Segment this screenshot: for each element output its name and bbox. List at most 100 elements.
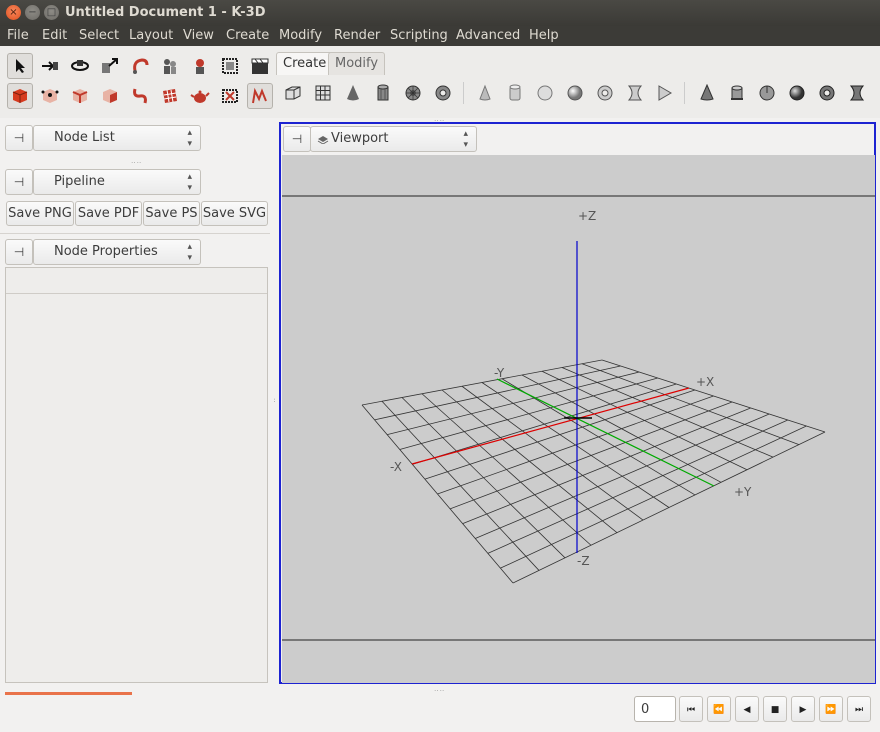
bottom-splitter-grip[interactable]: ‥‥ (434, 685, 445, 693)
combo-arrows-icon: ▴ ▾ (187, 172, 192, 193)
quadric-sphere-icon[interactable] (562, 80, 588, 106)
quadric-disk-icon[interactable] (532, 80, 558, 106)
save-png-button[interactable]: Save PNG (6, 201, 74, 226)
pin-icon-pipeline[interactable]: ⊣ (5, 169, 33, 195)
parent-tool-icon[interactable] (157, 53, 183, 79)
stop-button[interactable]: ■ (763, 696, 787, 722)
select-object-icon[interactable] (7, 83, 33, 109)
snap-tool-icon[interactable] (127, 53, 153, 79)
node-list-label: Node List (54, 130, 115, 145)
menu-edit[interactable]: Edit (42, 28, 67, 43)
goto-end-button[interactable]: ⏭ (847, 696, 871, 722)
select-patch-icon[interactable] (157, 83, 183, 109)
menu-layout[interactable]: Layout (129, 28, 173, 43)
save-pdf-button[interactable]: Save PDF (75, 201, 142, 226)
pin-icon-viewport[interactable]: ⊣ (283, 126, 311, 152)
menu-modify[interactable]: Modify (279, 28, 322, 43)
menu-select[interactable]: Select (79, 28, 119, 43)
progress-bar (5, 692, 132, 695)
menu-view[interactable]: View (183, 28, 214, 43)
play-loop-button[interactable]: ⏩ (819, 696, 843, 722)
select-face-icon[interactable] (97, 83, 123, 109)
nurbs-hyperboloid-icon[interactable] (844, 80, 870, 106)
select-curve-tool-icon[interactable] (247, 83, 273, 109)
panel-divider (0, 233, 270, 234)
toolbar-separator-2 (684, 82, 685, 104)
pin-icon[interactable]: ⊣ (5, 125, 33, 151)
menu-scripting[interactable]: Scripting (390, 28, 448, 43)
viewport-icon (317, 136, 329, 144)
quadric-paraboloid-icon[interactable] (652, 80, 678, 106)
menu-create[interactable]: Create (226, 28, 269, 43)
pipeline-panel-selector[interactable]: Pipeline ▴ ▾ (33, 169, 201, 195)
select-curve-icon[interactable] (127, 83, 153, 109)
maximize-window-button[interactable]: □ (44, 5, 59, 20)
select-teapot-icon[interactable] (187, 83, 213, 109)
quadric-cylinder-icon[interactable] (502, 80, 528, 106)
minimize-window-button[interactable]: − (25, 5, 40, 20)
combo-arrows-icon: ▴ ▾ (187, 128, 192, 149)
goto-start-button[interactable]: ⏮ (679, 696, 703, 722)
node-list-panel-selector[interactable]: Node List ▴ ▾ (33, 125, 201, 151)
window-title: Untitled Document 1 - K-3D (65, 5, 266, 20)
quadric-torus-icon[interactable] (592, 80, 618, 106)
menu-file[interactable]: File (7, 28, 29, 43)
quadric-hyperboloid-icon[interactable] (622, 80, 648, 106)
combo-arrows-icon: ▴ ▾ (463, 129, 468, 150)
node-properties-area (5, 267, 268, 683)
menu-advanced[interactable]: Advanced (456, 28, 520, 43)
axis-label-nz: -Z (577, 554, 590, 568)
close-window-button[interactable]: × (6, 5, 21, 20)
cylinder-icon[interactable] (370, 80, 396, 106)
tab-create[interactable]: Create (276, 52, 334, 75)
move-tool-icon[interactable] (37, 53, 63, 79)
play-button[interactable]: ▶ (791, 696, 815, 722)
nurbs-cone-icon[interactable] (694, 80, 720, 106)
axis-label-pz: +Z (578, 209, 596, 223)
cube-icon[interactable] (280, 80, 306, 106)
nurbs-torus-icon[interactable] (814, 80, 840, 106)
select-tool-icon[interactable] (7, 53, 33, 79)
quadric-cone-icon[interactable] (472, 80, 498, 106)
menu-help[interactable]: Help (529, 28, 559, 43)
axis-label-px: +X (696, 375, 714, 389)
node-properties-panel-selector[interactable]: Node Properties ▴ ▾ (33, 239, 201, 265)
frame-number-input[interactable]: 0 (634, 696, 676, 722)
rotate-tool-icon[interactable] (67, 53, 93, 79)
save-ps-button[interactable]: Save PS (143, 201, 200, 226)
grid-icon[interactable] (310, 80, 336, 106)
viewport-canvas[interactable]: +Z -Z +X -X +Y -Y (282, 155, 875, 683)
nurbs-disk-icon[interactable] (754, 80, 780, 106)
axis-label-nx: -X (390, 460, 402, 474)
panel-splitter-grip[interactable]: ‥‥ (131, 157, 142, 165)
nurbs-cylinder-icon[interactable] (724, 80, 750, 106)
toolbar-separator (463, 82, 464, 104)
scale-tool-icon[interactable] (97, 53, 123, 79)
tab-modify[interactable]: Modify (328, 52, 386, 75)
main-toolbar: Create Modify (0, 46, 880, 118)
nurbs-sphere-icon[interactable] (784, 80, 810, 106)
viewport-label: Viewport (331, 131, 389, 146)
render-frame-icon[interactable] (217, 53, 243, 79)
pin-icon-properties[interactable]: ⊣ (5, 239, 33, 265)
axis-label-ny: -Y (494, 366, 505, 380)
axis-label-py: +Y (734, 485, 752, 499)
disk-icon[interactable] (400, 80, 426, 106)
unparent-tool-icon[interactable] (187, 53, 213, 79)
pipeline-label: Pipeline (54, 174, 105, 189)
render-animation-icon[interactable] (247, 53, 273, 79)
cone-icon[interactable] (340, 80, 366, 106)
viewport-panel-selector[interactable]: Viewport ▴ ▾ (310, 126, 477, 152)
select-point-icon[interactable] (37, 83, 63, 109)
select-line-icon[interactable] (67, 83, 93, 109)
play-reverse-loop-button[interactable]: ⏪ (707, 696, 731, 722)
play-reverse-button[interactable]: ◀ (735, 696, 759, 722)
menu-render[interactable]: Render (334, 28, 380, 43)
select-split-icon[interactable] (217, 83, 243, 109)
title-bar: × − □ Untitled Document 1 - K-3D (0, 0, 880, 26)
torus-icon[interactable] (430, 80, 456, 106)
properties-header-divider (6, 293, 267, 294)
node-properties-label: Node Properties (54, 244, 158, 259)
combo-arrows-icon: ▴ ▾ (187, 242, 192, 263)
save-svg-button[interactable]: Save SVG (201, 201, 268, 226)
